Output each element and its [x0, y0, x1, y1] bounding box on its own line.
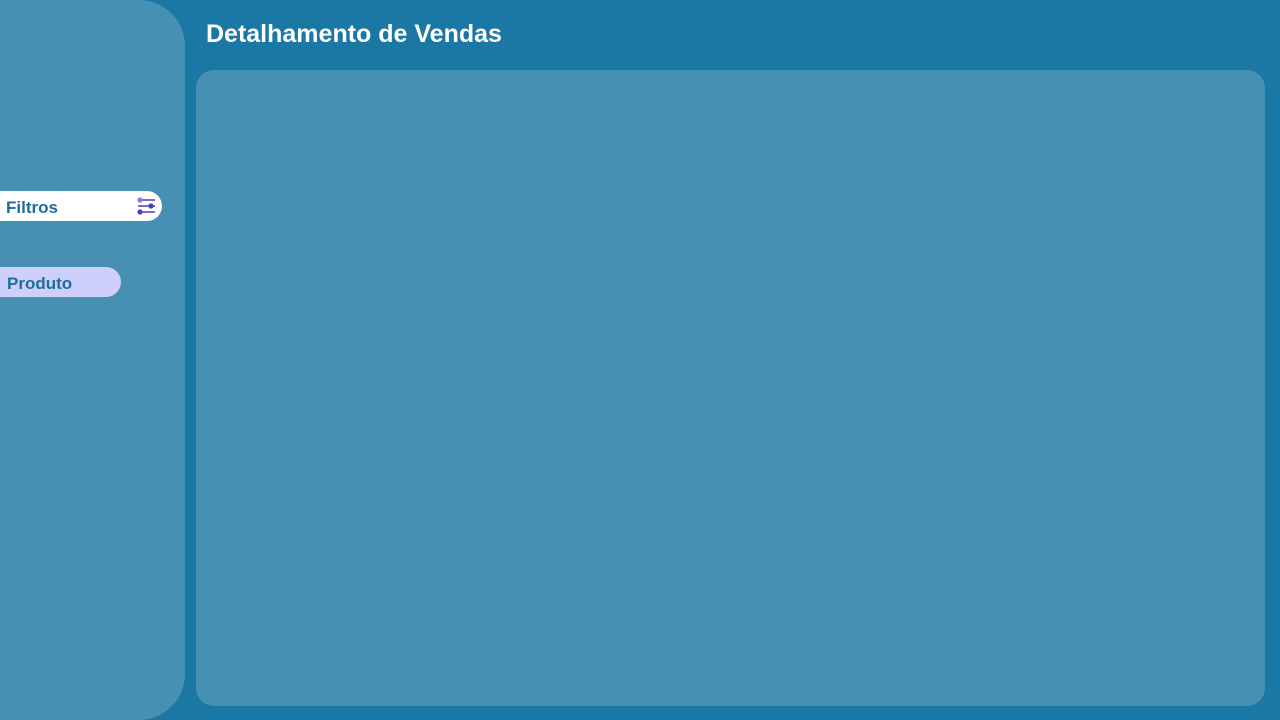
sidebar: Filtros Produto — [0, 0, 185, 720]
page-title: Detalhamento de Vendas — [206, 20, 502, 48]
produto-filter-button[interactable]: Produto — [0, 267, 121, 297]
produto-label: Produto — [7, 274, 73, 293]
filters-button[interactable]: Filtros — [0, 191, 162, 221]
filters-label: Filtros — [6, 198, 58, 217]
content-panel — [196, 70, 1265, 706]
sliders-icon — [137, 197, 155, 215]
